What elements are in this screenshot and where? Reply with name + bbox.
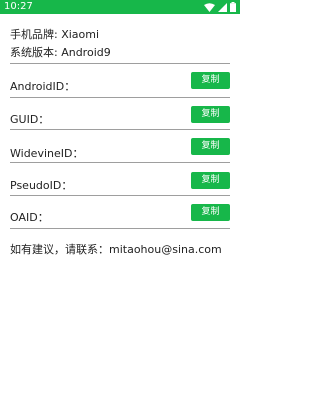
divider (10, 63, 230, 64)
divider (10, 162, 230, 163)
android-id-label: AndroidID： (10, 80, 76, 93)
system-version: 系统版本: Android9 (10, 46, 111, 59)
device-brand: 手机品牌: Xiaomi (10, 28, 100, 41)
divider (10, 97, 230, 98)
widevine-id-label: WidevineID： (10, 147, 84, 160)
copy-guid-button[interactable]: 复制 (191, 106, 230, 123)
signal-icon (218, 2, 227, 12)
pseudo-id-label: PseudoID： (10, 179, 73, 192)
status-bar: 10:27 (0, 0, 240, 14)
divider (10, 228, 230, 229)
wifi-icon (204, 2, 215, 12)
contact-text: 如有建议，请联系：mitaohou@sina.com (10, 243, 222, 256)
divider (10, 129, 230, 130)
copy-android-id-button[interactable]: 复制 (191, 72, 230, 89)
status-icons (204, 2, 236, 12)
status-time: 10:27 (4, 1, 33, 12)
copy-widevine-id-button[interactable]: 复制 (191, 138, 230, 155)
oaid-label: OAID： (10, 211, 49, 224)
copy-oaid-button[interactable]: 复制 (191, 204, 230, 221)
guid-label: GUID： (10, 113, 50, 126)
divider (10, 195, 230, 196)
copy-pseudo-id-button[interactable]: 复制 (191, 172, 230, 189)
battery-icon (230, 2, 236, 12)
